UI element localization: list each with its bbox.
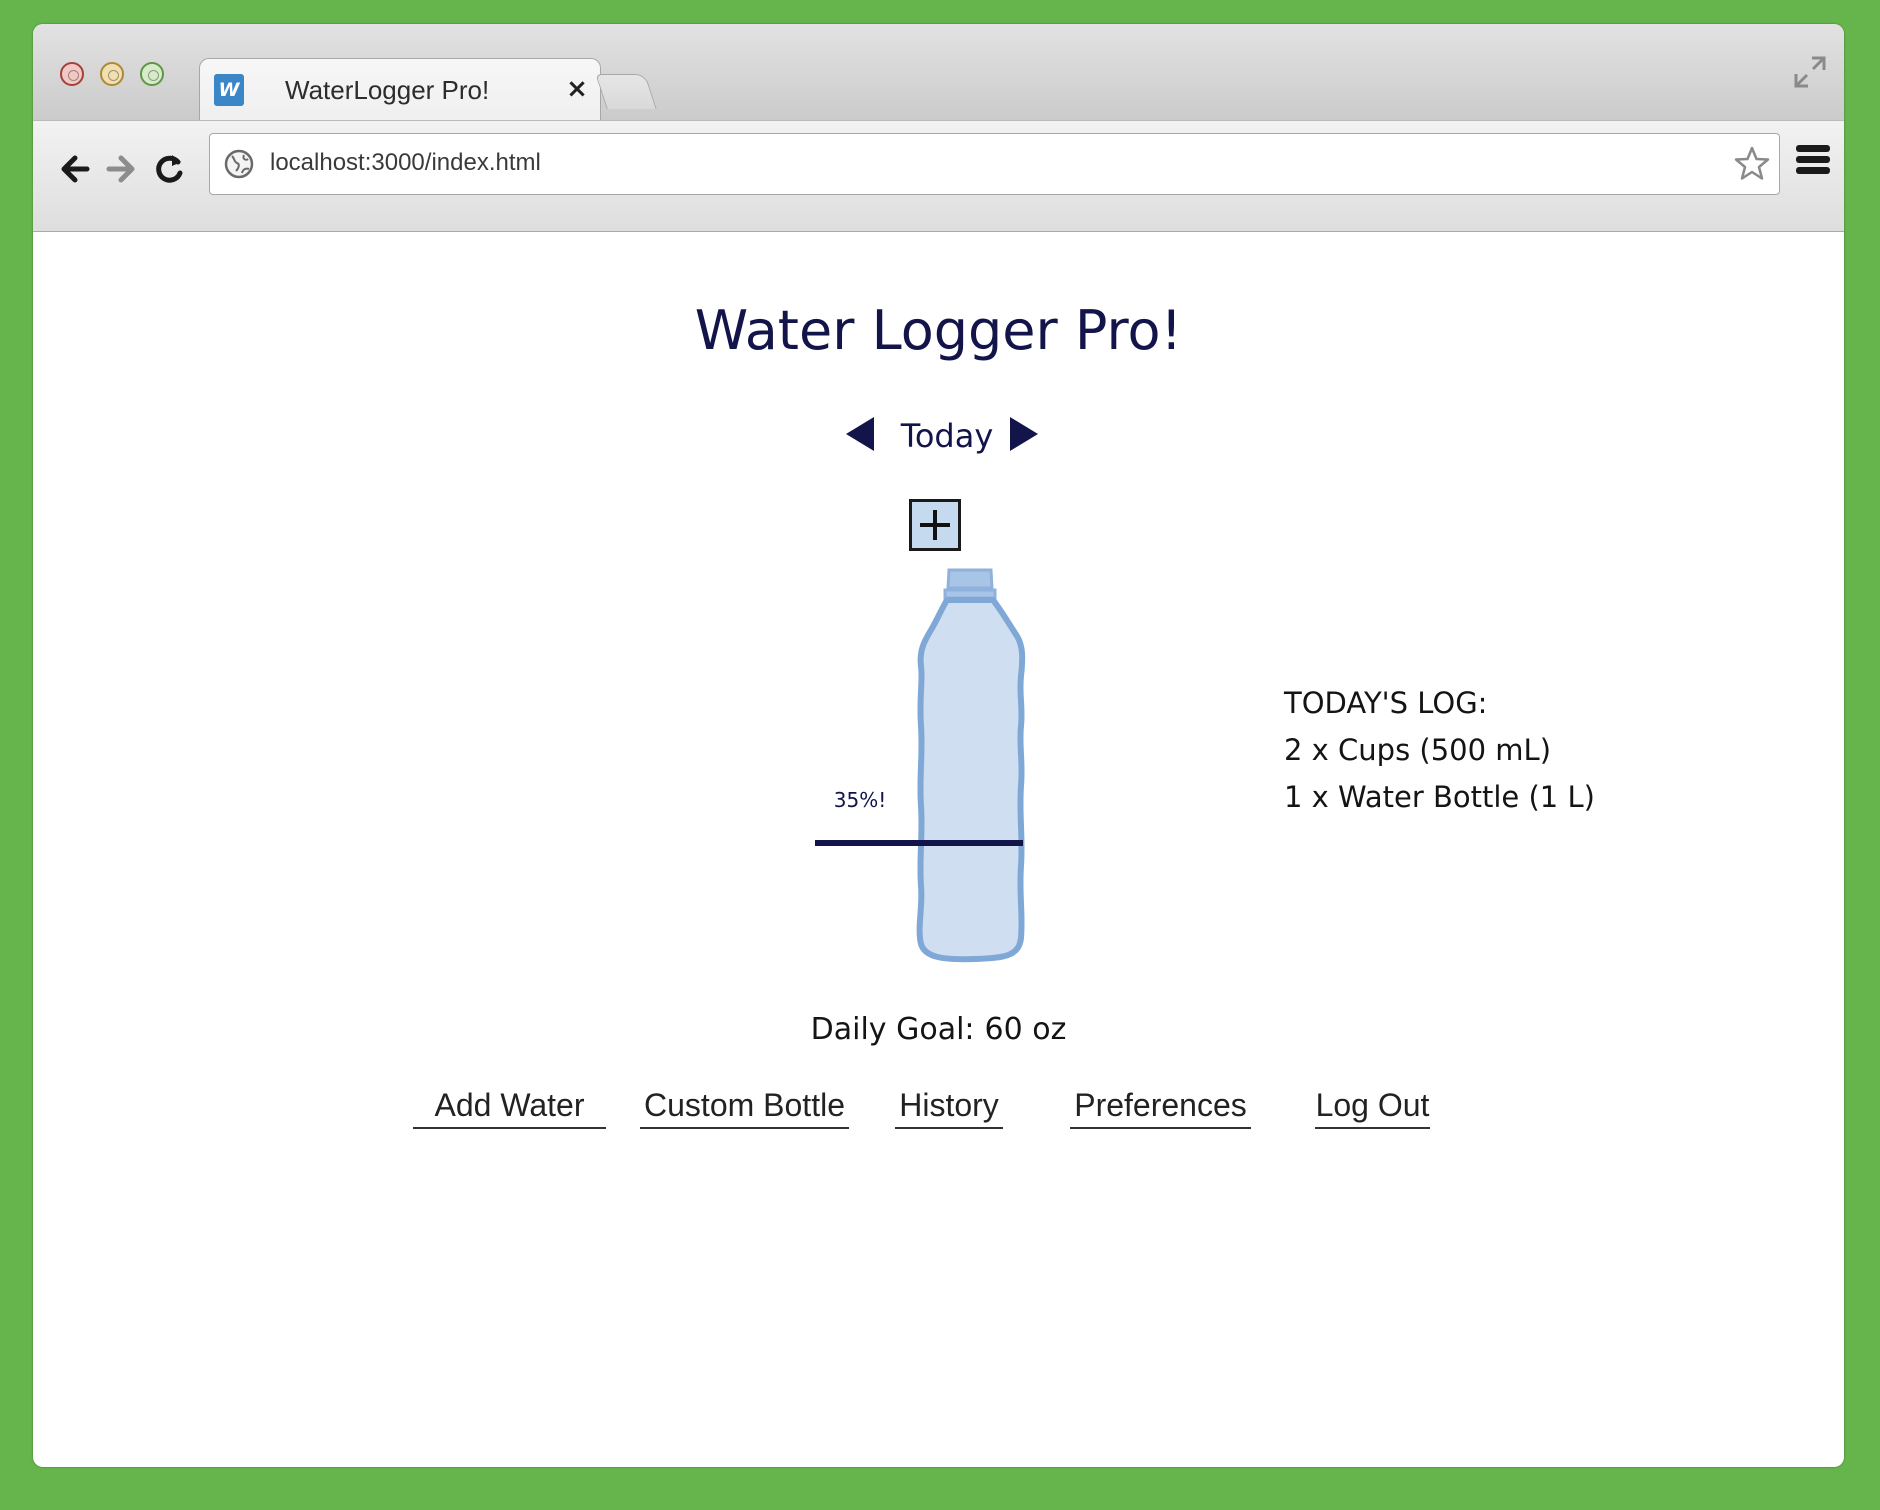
daily-goal-value: 60 oz — [984, 1012, 1067, 1047]
star-icon[interactable] — [1731, 143, 1773, 185]
zoom-window-button[interactable] — [140, 62, 164, 86]
page-content: Water Logger Pro! Today 35%! TODAY'S LOG… — [33, 231, 1844, 1467]
history-button[interactable]: History — [895, 1087, 1003, 1129]
back-arrow-icon[interactable] — [57, 149, 95, 189]
prev-day-icon[interactable] — [846, 417, 874, 451]
browser-tab[interactable]: W WaterLogger Pro! × — [199, 58, 601, 123]
todays-log: TODAY'S LOG: 2 x Cups (500 mL) 1 x Water… — [1284, 680, 1595, 821]
favicon-icon: W — [214, 74, 244, 106]
day-label: Today — [900, 417, 994, 455]
add-water-quick-button[interactable] — [909, 499, 961, 551]
browser-toolbar: localhost:3000/index.html — [33, 120, 1844, 232]
browser-window: W WaterLogger Pro! × localhost:3000/inde… — [33, 24, 1844, 1467]
tab-title: WaterLogger Pro! — [285, 75, 490, 105]
minimize-window-button[interactable] — [100, 62, 124, 86]
log-entry: 2 x Cups (500 mL) — [1284, 733, 1552, 767]
forward-arrow-icon[interactable] — [101, 149, 139, 189]
new-tab-button[interactable] — [595, 74, 657, 109]
water-bottle-icon — [916, 568, 1026, 963]
log-out-button[interactable]: Log Out — [1315, 1087, 1430, 1129]
daily-goal: Daily Goal: 60 oz — [33, 1012, 1844, 1047]
close-window-button[interactable] — [60, 62, 84, 86]
globe-icon — [224, 149, 254, 179]
preferences-button[interactable]: Preferences — [1070, 1087, 1251, 1129]
custom-bottle-button[interactable]: Custom Bottle — [640, 1087, 849, 1129]
add-water-button[interactable]: Add Water — [413, 1087, 606, 1129]
daily-goal-label: Daily Goal: — [810, 1012, 975, 1047]
log-heading: TODAY'S LOG: — [1284, 686, 1488, 720]
log-entry: 1 x Water Bottle (1 L) — [1284, 780, 1595, 814]
tab-strip: W WaterLogger Pro! × — [33, 24, 1844, 123]
fullscreen-icon[interactable] — [1792, 54, 1828, 90]
menu-icon[interactable] — [1796, 145, 1830, 185]
progress-label: 35%! — [833, 788, 887, 812]
address-bar[interactable]: localhost:3000/index.html — [209, 133, 1780, 195]
close-icon[interactable]: × — [562, 71, 592, 107]
page-title: Water Logger Pro! — [694, 299, 1183, 362]
reload-icon[interactable] — [150, 149, 188, 189]
progress-marker — [815, 840, 1023, 846]
url-text: localhost:3000/index.html — [270, 149, 541, 176]
next-day-icon[interactable] — [1010, 417, 1038, 451]
day-navigator: Today — [33, 415, 1844, 465]
